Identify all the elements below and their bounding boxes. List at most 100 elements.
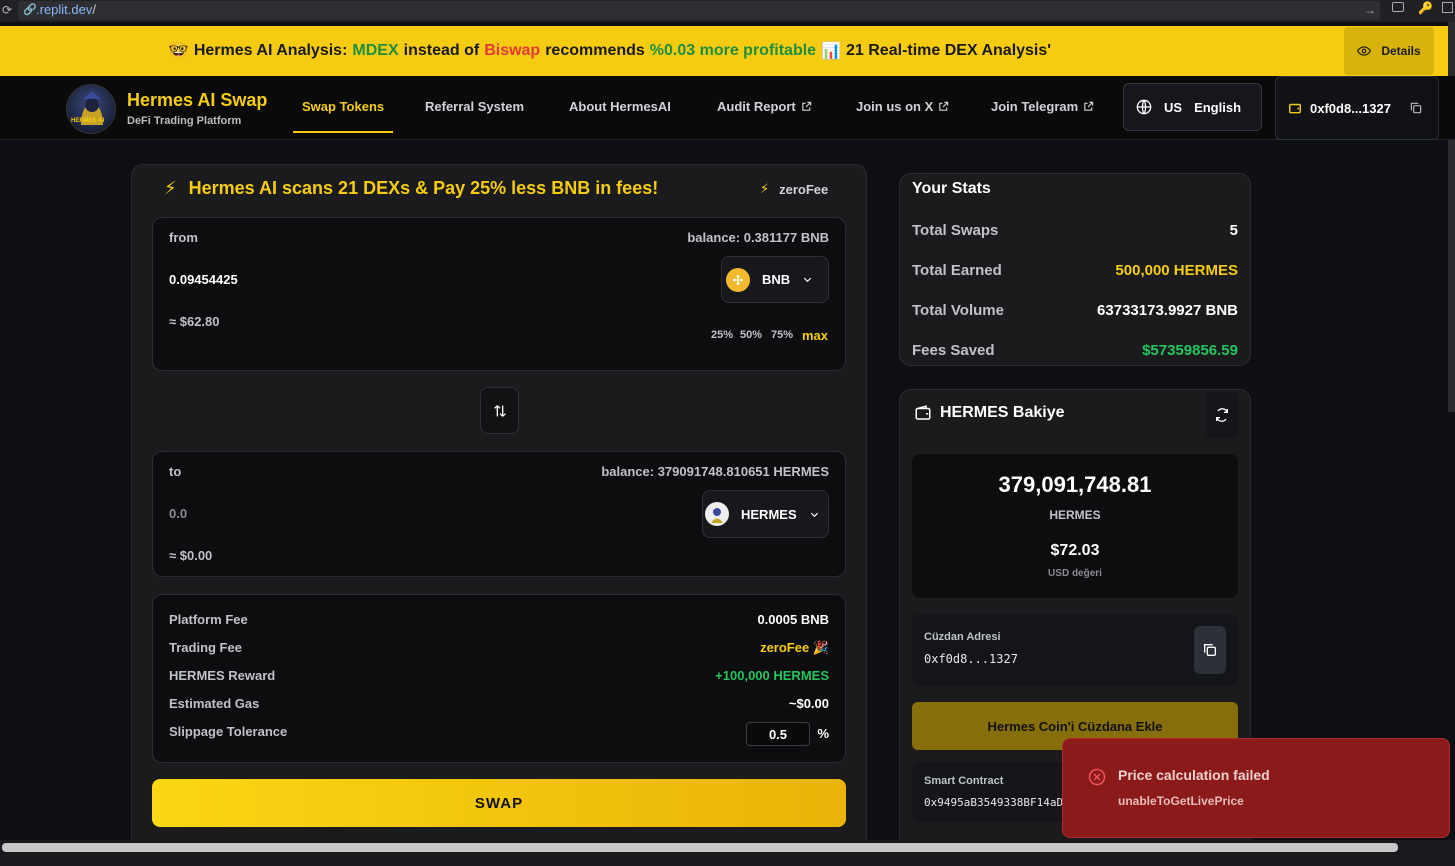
toast-message: unableToGetLivePrice: [1118, 794, 1244, 808]
swap-arrows-icon: [493, 404, 506, 417]
lightning-icon: ⚡: [760, 181, 770, 196]
trading-fee-label: Trading Fee: [169, 640, 242, 655]
to-token-name: HERMES: [741, 506, 797, 522]
hermes-reward-label: HERMES Reward: [169, 668, 276, 683]
smart-contract-label: Smart Contract: [924, 775, 1004, 787]
pct-max-button[interactable]: max: [802, 328, 828, 343]
estimated-gas-label: Estimated Gas: [169, 696, 260, 711]
language-selector[interactable]: US English: [1123, 83, 1262, 131]
from-token-name: BNB: [762, 272, 791, 287]
balance-title: HERMES Bakiye: [914, 404, 1065, 422]
flip-tokens-button[interactable]: [480, 387, 519, 434]
lightning-icon: ⚡: [164, 178, 177, 198]
language-name: English: [1194, 99, 1242, 115]
window-icon[interactable]: [1442, 2, 1453, 13]
zerofee-tag: ⚡ zeroFee: [760, 181, 829, 197]
slippage-label: Slippage Tolerance: [169, 724, 288, 739]
wallet-address-box: [912, 614, 1238, 686]
copy-icon[interactable]: [1409, 101, 1423, 115]
platform-fee-label: Platform Fee: [169, 612, 248, 627]
external-link-icon: [1084, 101, 1094, 111]
error-icon: [1088, 768, 1106, 786]
banner-text: 🤓 Hermes AI Analysis: MDEX instead of Bi…: [168, 42, 1052, 60]
nav-audit-report[interactable]: Audit Report: [717, 99, 812, 114]
total-volume-value: 63733173.9927 BNB: [1097, 302, 1238, 319]
from-token-select[interactable]: BNB: [721, 256, 829, 303]
total-volume-label: Total Volume: [912, 302, 1004, 319]
wallet-icon: [1289, 103, 1301, 114]
balance-token: HERMES: [1049, 508, 1101, 522]
balance-usd-label: USD değeri: [1048, 568, 1102, 579]
analysis-banner: 🤓 Hermes AI Analysis: MDEX instead of Bi…: [0, 26, 1455, 76]
eye-icon: [1357, 46, 1372, 56]
details-label: Details: [1381, 44, 1421, 58]
smart-contract-address[interactable]: 0x9495aB3549338BF14aD: [924, 796, 1063, 809]
hermes-token-icon: [705, 502, 729, 526]
url-text: .replit.dev/: [36, 2, 96, 17]
wallet-address-value: 0xf0d8...1327: [924, 652, 1018, 666]
hermes-reward-value: +100,000 HERMES: [715, 668, 829, 683]
to-amount-output: 0.0: [169, 506, 188, 521]
globe-icon: [1136, 99, 1152, 115]
slippage-input[interactable]: [746, 722, 810, 746]
wallet-button[interactable]: 0xf0d8...1327: [1275, 76, 1439, 140]
copy-address-button[interactable]: [1194, 626, 1226, 674]
nav-swap-tokens[interactable]: Swap Tokens: [302, 99, 384, 114]
fees-saved-value: $57359856.59: [1142, 342, 1238, 359]
horizontal-scrollbar-thumb[interactable]: [2, 843, 1398, 852]
reload-icon[interactable]: ⟳: [2, 3, 12, 17]
swap-button[interactable]: SWAP: [152, 779, 846, 827]
to-label: to: [169, 464, 182, 479]
details-button[interactable]: Details: [1344, 27, 1434, 75]
chevron-down-icon: [804, 277, 812, 283]
arrow-right-icon[interactable]: →: [1364, 3, 1376, 17]
estimated-gas-value: ~$0.00: [788, 696, 829, 711]
to-balance: balance: 379091748.810651 HERMES: [601, 464, 829, 479]
to-token-select[interactable]: HERMES: [702, 490, 829, 538]
total-earned-label: Total Earned: [912, 262, 1002, 279]
wallet-address: 0xf0d8...1327: [1310, 100, 1391, 116]
chevron-down-icon: [810, 512, 818, 517]
total-swaps-value: 5: [1229, 222, 1238, 239]
balance-usd: $72.03: [1050, 542, 1100, 559]
external-link-icon: [939, 101, 949, 111]
nav-join-x[interactable]: Join us on X: [856, 99, 949, 114]
brand-subtitle: DeFi Trading Platform: [127, 115, 242, 127]
platform-fee-value: 0.0005 BNB: [757, 612, 829, 627]
logo-text: HERMES AI: [71, 118, 105, 124]
slippage-unit: %: [817, 726, 829, 741]
refresh-balance-button[interactable]: [1206, 392, 1238, 438]
nav-referral-system[interactable]: Referral System: [425, 99, 524, 114]
from-usd-value: ≈ $62.80: [169, 314, 220, 329]
nav-active-indicator: [293, 131, 393, 133]
brand-title: Hermes AI Swap: [127, 90, 268, 110]
nav-join-telegram[interactable]: Join Telegram: [991, 99, 1094, 114]
swap-headline: ⚡ Hermes AI scans 21 DEXs & Pay 25% less…: [164, 178, 659, 198]
wallet-address-label: Cüzdan Adresi: [924, 631, 1001, 643]
address-bar[interactable]: [18, 1, 1380, 20]
link-icon: 🔗: [23, 4, 37, 16]
pct-25-button[interactable]: 25%: [711, 329, 733, 341]
trading-fee-value: zeroFee 🎉: [760, 640, 829, 655]
to-usd-value: ≈ $0.00: [169, 548, 213, 563]
error-toast[interactable]: [1062, 738, 1450, 838]
from-amount-input[interactable]: 0.09454425: [169, 272, 238, 287]
from-label: from: [169, 230, 198, 245]
balance-amount: 379,091,748.81: [998, 472, 1152, 497]
total-swaps-label: Total Swaps: [912, 222, 999, 239]
total-earned-value: 500,000 HERMES: [1115, 262, 1238, 279]
external-link-icon: [801, 101, 811, 111]
hermes-logo[interactable]: [66, 84, 116, 134]
wallet-icon: [915, 405, 931, 420]
copy-icon: [1204, 644, 1216, 656]
pct-75-button[interactable]: 75%: [771, 329, 793, 341]
refresh-icon: [1216, 408, 1228, 422]
bnb-icon: [726, 267, 750, 292]
stats-title: Your Stats: [912, 180, 991, 197]
screen-icon[interactable]: [1392, 2, 1404, 12]
nav-about-hermesai[interactable]: About HermesAI: [569, 99, 671, 114]
toast-title: Price calculation failed: [1118, 767, 1270, 783]
pct-50-button[interactable]: 50%: [740, 329, 762, 341]
from-balance: balance: 0.381177 BNB: [687, 230, 829, 245]
extension-icon[interactable]: 🔑: [1418, 1, 1433, 15]
